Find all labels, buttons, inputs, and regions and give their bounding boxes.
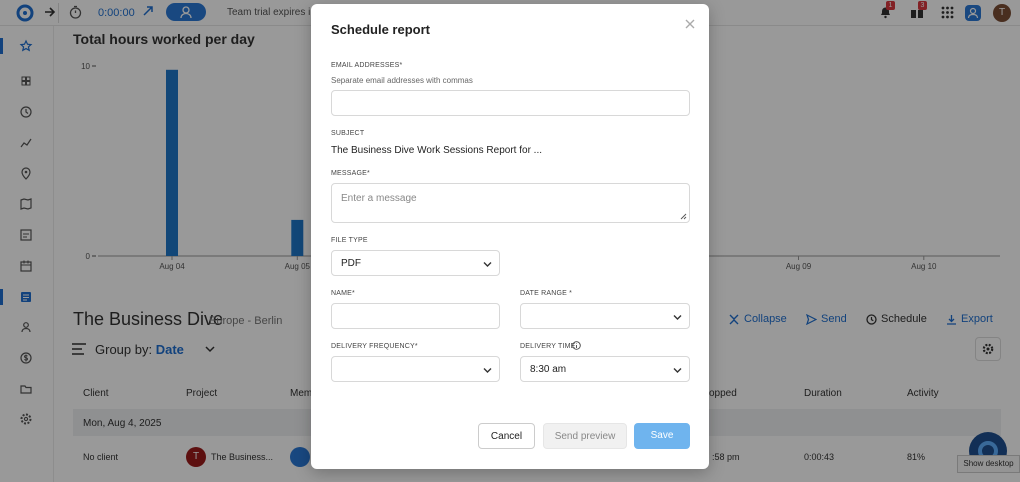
chevron-down-icon	[673, 368, 682, 373]
message-textarea[interactable]: Enter a message	[331, 183, 690, 223]
cancel-button[interactable]: Cancel	[478, 423, 535, 449]
date-range-select[interactable]	[520, 303, 690, 329]
subject-value: The Business Dive Work Sessions Report f…	[331, 145, 543, 156]
schedule-report-dialog: Schedule report EMAIL ADDRESSES* Separat…	[311, 4, 709, 469]
delivery-time-label: DELIVERY TIME	[520, 343, 576, 350]
name-label: NAME*	[331, 290, 355, 297]
subject-label: SUBJECT	[331, 130, 365, 137]
save-button[interactable]: Save	[634, 423, 690, 449]
date-range-label: DATE RANGE *	[520, 290, 573, 297]
chevron-down-icon	[483, 262, 492, 267]
dialog-title: Schedule report	[331, 22, 430, 37]
delivery-time-select[interactable]: 8:30 am	[520, 356, 690, 382]
chevron-down-icon	[483, 368, 492, 373]
delivery-frequency-label: DELIVERY FREQUENCY*	[331, 343, 418, 350]
message-placeholder: Enter a message	[341, 193, 417, 204]
delivery-time-value: 8:30 am	[530, 364, 567, 375]
file-type-select[interactable]: PDF	[331, 250, 500, 276]
message-label: MESSAGE*	[331, 170, 370, 177]
name-input[interactable]	[331, 303, 500, 329]
email-hint: Separate email addresses with commas	[331, 76, 473, 85]
file-type-value: PDF	[341, 258, 361, 269]
email-addresses-input[interactable]	[331, 90, 690, 116]
close-icon[interactable]	[683, 17, 697, 31]
chevron-down-icon	[673, 315, 682, 320]
info-icon[interactable]	[572, 341, 581, 350]
delivery-frequency-select[interactable]	[331, 356, 500, 382]
file-type-label: FILE TYPE	[331, 237, 368, 244]
resize-handle-icon	[680, 213, 687, 220]
email-label: EMAIL ADDRESSES*	[331, 62, 403, 69]
send-preview-button[interactable]: Send preview	[543, 423, 627, 449]
